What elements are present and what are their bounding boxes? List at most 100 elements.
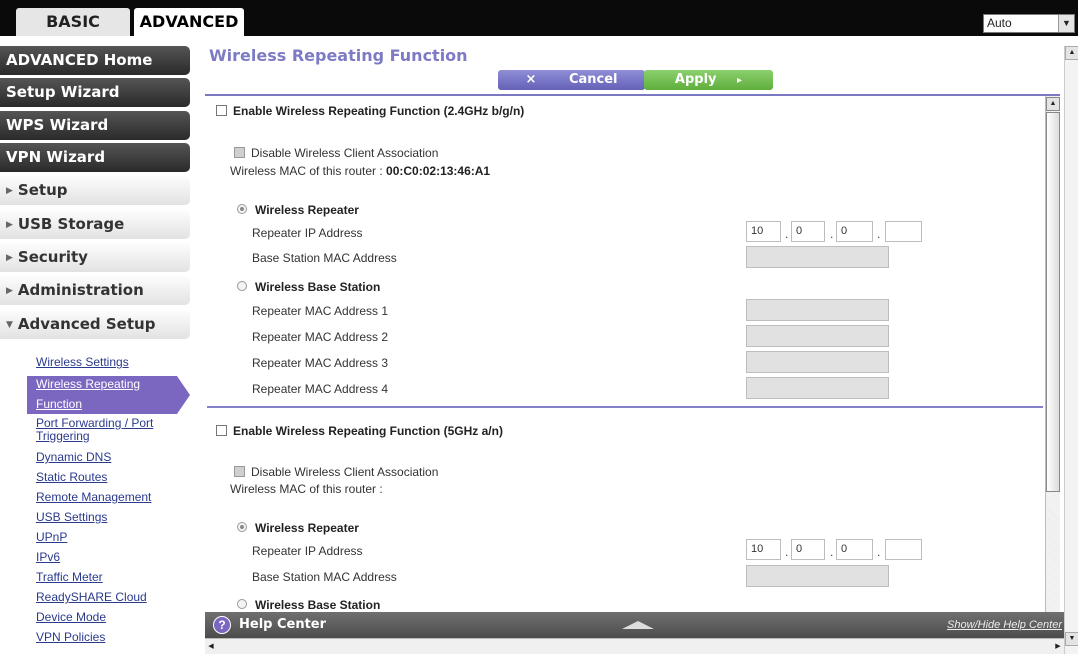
chevron-down-icon[interactable]: ▼ bbox=[1058, 15, 1074, 32]
wireless-repeater-24-row[interactable]: Wireless Repeater bbox=[237, 203, 359, 217]
sidebar-section-label: USB Storage bbox=[17, 215, 125, 233]
expand-up-icon[interactable] bbox=[622, 621, 654, 629]
cancel-button[interactable]: × Cancel bbox=[498, 70, 645, 90]
base-mac-5-field[interactable] bbox=[746, 565, 889, 587]
sidebar-item-static-routes[interactable]: Static Routes bbox=[36, 471, 107, 484]
repeater-ip-24-octet-2[interactable]: 0 bbox=[791, 221, 825, 242]
wireless-repeater-24-label: Wireless Repeater bbox=[255, 203, 359, 217]
sidebar-section-usb-storage[interactable]: ▶ USB Storage bbox=[0, 210, 190, 239]
scroll-down-icon[interactable]: ▼ bbox=[1065, 632, 1078, 646]
sidebar-section-label: Setup bbox=[17, 181, 68, 199]
sidebar-section-security[interactable]: ▶ Security bbox=[0, 243, 190, 272]
scroll-left-icon[interactable]: ◀ bbox=[205, 640, 217, 653]
sidebar-advanced-home[interactable]: ADVANCED Home bbox=[0, 46, 190, 75]
wireless-repeater-24-radio[interactable] bbox=[237, 204, 247, 214]
help-icon[interactable]: ? bbox=[213, 616, 231, 634]
sidebar-section-label: Advanced Setup bbox=[17, 315, 156, 333]
repeater-ip-24-octet-4[interactable] bbox=[885, 221, 922, 242]
repeater-ip-24-octet-3[interactable]: 0 bbox=[836, 221, 873, 242]
section-divider bbox=[207, 406, 1043, 408]
sidebar-item-device-mode[interactable]: Device Mode bbox=[36, 611, 106, 624]
disable-assoc-5-label: Disable Wireless Client Association bbox=[251, 465, 439, 479]
sidebar-item-wireless-repeating-function[interactable]: Wireless Repeating Function bbox=[27, 376, 190, 414]
scroll-up-icon[interactable]: ▲ bbox=[1065, 46, 1078, 60]
apply-button-label: Apply bbox=[674, 72, 717, 87]
sidebar-section-label: Security bbox=[17, 248, 88, 266]
wireless-repeater-5-label: Wireless Repeater bbox=[255, 521, 359, 535]
repeater-ip-5-octet-4[interactable] bbox=[885, 539, 922, 560]
form-scrollbar[interactable]: ▲ ▼ bbox=[1045, 96, 1060, 646]
sidebar-section-advanced-setup[interactable]: ▼ Advanced Setup bbox=[0, 310, 190, 339]
apply-button[interactable]: Apply ▸ bbox=[644, 70, 773, 90]
repeater-ip-5-label: Repeater IP Address bbox=[252, 544, 363, 558]
repeater-mac-1-label: Repeater MAC Address 1 bbox=[252, 304, 389, 318]
wireless-base-station-5-radio[interactable] bbox=[237, 599, 247, 609]
ip-separator: . bbox=[830, 545, 834, 559]
horizontal-scrollbar[interactable]: ◀ ▶ bbox=[205, 638, 1064, 654]
repeater-ip-5-octet-1[interactable]: 10 bbox=[746, 539, 781, 560]
repeater-mac-3-field[interactable] bbox=[746, 351, 889, 373]
help-center-label[interactable]: Help Center bbox=[239, 617, 326, 632]
enable-5ghz-checkbox[interactable] bbox=[216, 425, 227, 436]
sidebar-item-upnp[interactable]: UPnP bbox=[36, 531, 67, 544]
sidebar-item-traffic-meter[interactable]: Traffic Meter bbox=[36, 571, 103, 584]
repeater-ip-24-octet-1[interactable]: 10 bbox=[746, 221, 781, 242]
sidebar-wps-wizard[interactable]: WPS Wizard bbox=[0, 111, 190, 140]
wireless-base-station-24-row[interactable]: Wireless Base Station bbox=[237, 280, 380, 294]
enable-24ghz-checkbox[interactable] bbox=[216, 105, 227, 116]
enable-5ghz-row[interactable]: Enable Wireless Repeating Function (5GHz… bbox=[216, 424, 503, 438]
repeater-mac-1-field[interactable] bbox=[746, 299, 889, 321]
repeater-ip-5-octet-2[interactable]: 0 bbox=[791, 539, 825, 560]
repeater-mac-4-field[interactable] bbox=[746, 377, 889, 399]
show-hide-help-link[interactable]: Show/Hide Help Center bbox=[947, 619, 1062, 631]
wireless-base-station-5-row[interactable]: Wireless Base Station bbox=[237, 598, 380, 612]
page-scrollbar[interactable]: ▲ ▼ bbox=[1064, 46, 1078, 654]
close-icon: × bbox=[525, 72, 537, 87]
disable-assoc-5-checkbox[interactable] bbox=[234, 466, 245, 477]
disable-assoc-24-label: Disable Wireless Client Association bbox=[251, 146, 439, 160]
sidebar-item-remote-management[interactable]: Remote Management bbox=[36, 491, 151, 504]
sidebar-item-dynamic-dns[interactable]: Dynamic DNS bbox=[36, 451, 111, 464]
wireless-base-station-24-radio[interactable] bbox=[237, 281, 247, 291]
sidebar-item-usb-settings[interactable]: USB Settings bbox=[36, 511, 107, 524]
tab-basic[interactable]: BASIC bbox=[16, 8, 130, 36]
base-mac-24-label: Base Station MAC Address bbox=[252, 251, 397, 265]
sidebar-section-setup[interactable]: ▶ Setup bbox=[0, 176, 190, 205]
sidebar-item-wireless-settings[interactable]: Wireless Settings bbox=[36, 356, 129, 369]
repeater-mac-3-label: Repeater MAC Address 3 bbox=[252, 356, 389, 370]
base-mac-5-label: Base Station MAC Address bbox=[252, 570, 397, 584]
sidebar-vpn-wizard[interactable]: VPN Wizard bbox=[0, 143, 190, 172]
triangle-right-icon: ▶ bbox=[6, 286, 13, 296]
sidebar-item-readyshare-cloud[interactable]: ReadySHARE Cloud bbox=[36, 591, 147, 604]
tab-advanced[interactable]: ADVANCED bbox=[134, 8, 244, 36]
router-mac-24-label: Wireless MAC of this router : bbox=[230, 164, 383, 178]
ip-separator: . bbox=[877, 227, 881, 241]
scroll-right-icon[interactable]: ▶ bbox=[1052, 640, 1064, 653]
ip-separator: . bbox=[785, 545, 789, 559]
page-title: Wireless Repeating Function bbox=[209, 46, 468, 65]
ip-separator: . bbox=[785, 227, 789, 241]
repeater-mac-2-field[interactable] bbox=[746, 325, 889, 347]
triangle-down-icon: ▼ bbox=[6, 320, 13, 330]
wireless-repeater-5-radio[interactable] bbox=[237, 522, 247, 532]
sidebar-item-vpn-policies[interactable]: VPN Policies bbox=[36, 631, 105, 644]
base-mac-24-field[interactable] bbox=[746, 246, 889, 268]
wireless-repeater-5-row[interactable]: Wireless Repeater bbox=[237, 521, 359, 535]
wireless-base-station-5-label: Wireless Base Station bbox=[255, 598, 381, 612]
triangle-right-icon: ▶ bbox=[6, 253, 13, 263]
sidebar-item-ipv6[interactable]: IPv6 bbox=[36, 551, 60, 564]
disable-assoc-24-checkbox[interactable] bbox=[234, 147, 245, 158]
sidebar-item-port-triggering[interactable]: Triggering bbox=[36, 430, 90, 443]
language-select[interactable]: Auto ▼ bbox=[983, 14, 1075, 33]
scrollbar-thumb[interactable] bbox=[1046, 112, 1060, 492]
main-content: Wireless Repeating Function × Cancel App… bbox=[205, 36, 1078, 654]
repeater-ip-5-octet-3[interactable]: 0 bbox=[836, 539, 873, 560]
router-mac-24-value: 00:C0:02:13:46:A1 bbox=[386, 164, 491, 178]
sidebar-setup-wizard[interactable]: Setup Wizard bbox=[0, 78, 190, 107]
enable-24ghz-row[interactable]: Enable Wireless Repeating Function (2.4G… bbox=[216, 104, 524, 118]
cancel-button-label: Cancel bbox=[568, 72, 618, 87]
ip-separator: . bbox=[877, 545, 881, 559]
sidebar-section-administration[interactable]: ▶ Administration bbox=[0, 276, 190, 305]
disable-assoc-5-row: Disable Wireless Client Association bbox=[234, 465, 438, 479]
scroll-up-icon[interactable]: ▲ bbox=[1046, 97, 1060, 111]
